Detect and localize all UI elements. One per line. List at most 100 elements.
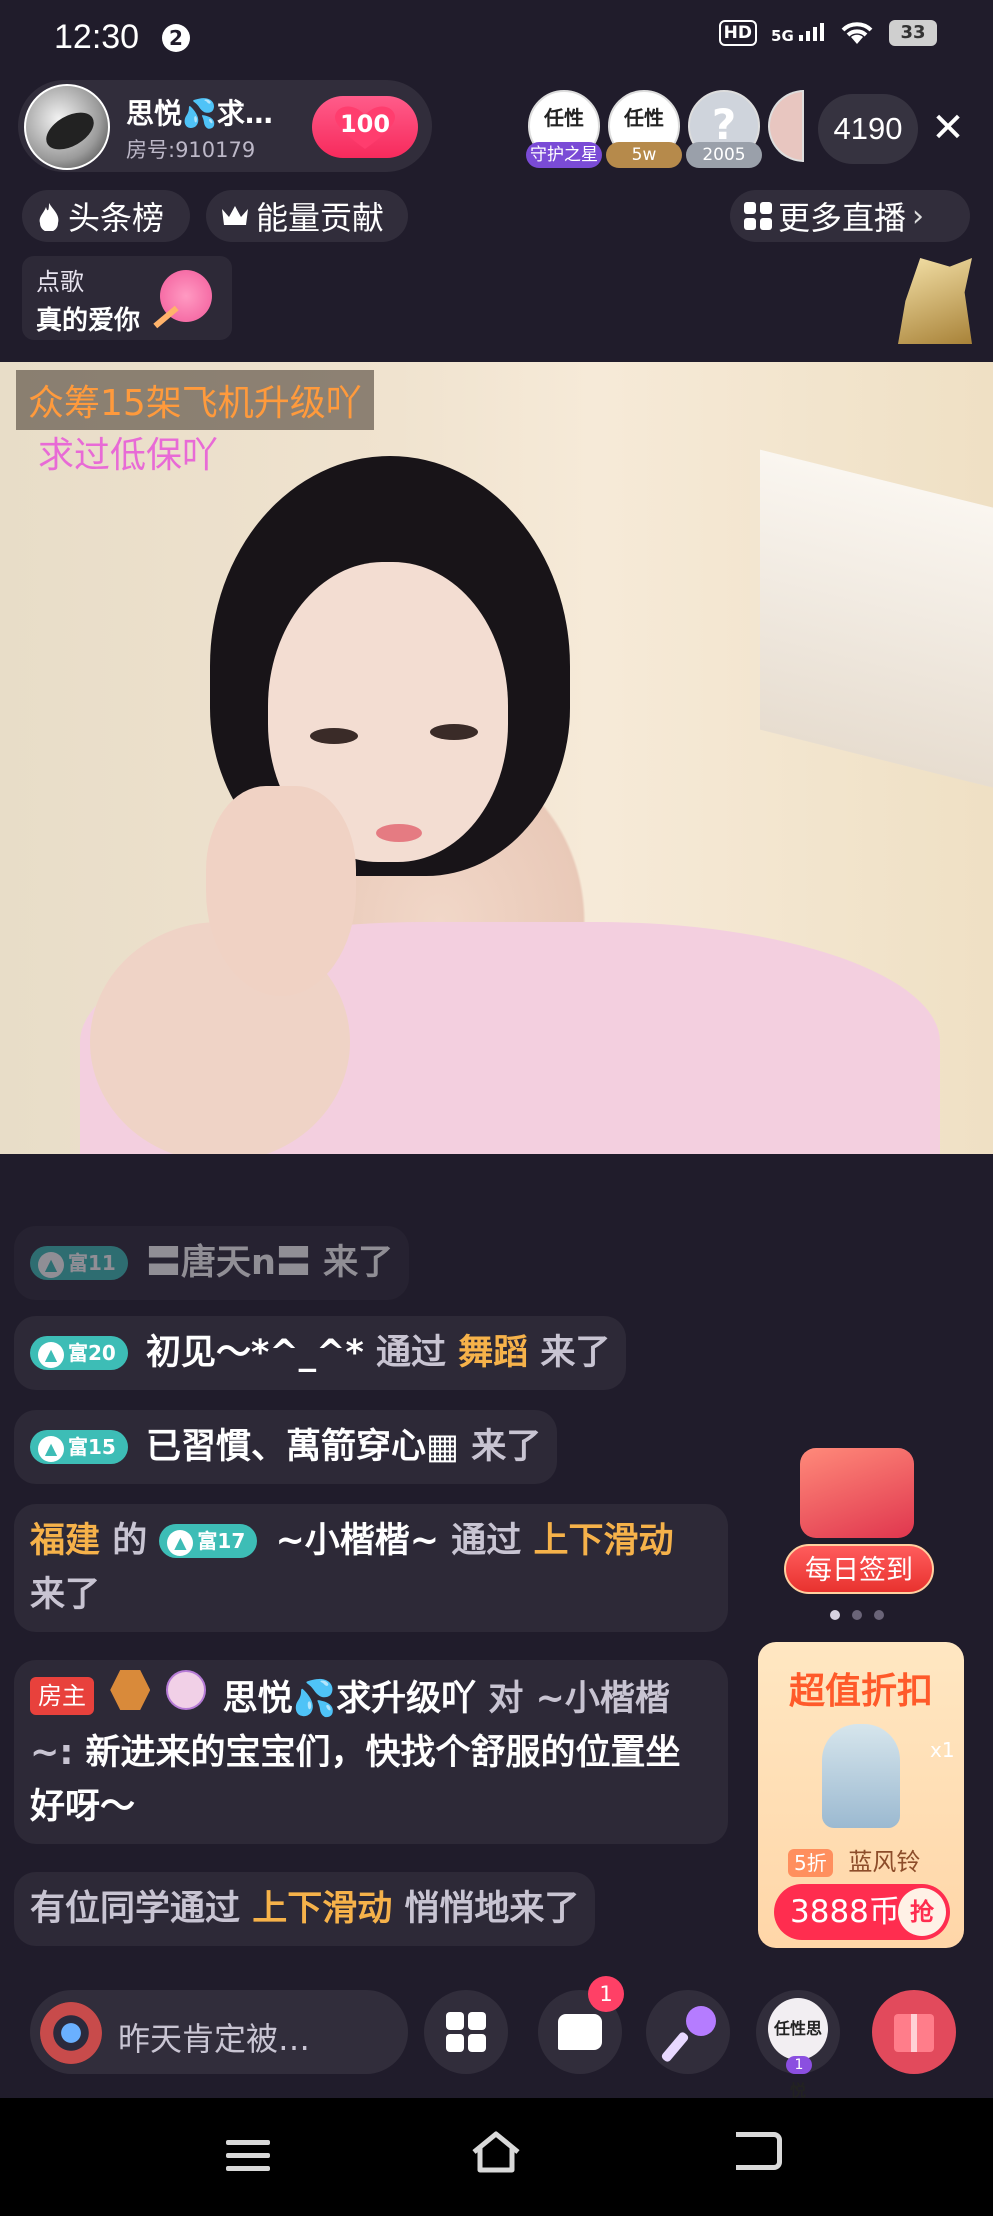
lollipop-icon [160, 270, 212, 322]
streamer-eye [310, 728, 358, 744]
chat-message[interactable]: 有位同学通过 上下滑动 悄悄地来了 [14, 1872, 596, 1946]
anchor-name[interactable]: 思悦💦求… [126, 92, 306, 132]
more-functions-button[interactable] [424, 1990, 508, 2074]
energy-contribution-chip[interactable]: 能量贡献 [206, 190, 408, 242]
camera-lens-icon [40, 2002, 102, 2064]
mic-button[interactable] [646, 1990, 730, 2074]
deal-title: 超值折扣 [788, 1671, 933, 1712]
chat-action: 来了 [471, 1427, 542, 1467]
follow-count: 100 [339, 110, 391, 138]
menu-icon[interactable] [226, 2140, 270, 2179]
wealth-level-badge: ▲ 富17 [159, 1524, 258, 1558]
signal-icon: 5G [771, 23, 825, 45]
triangle-icon: ▲ [38, 1436, 64, 1462]
chat-input-placeholder[interactable]: 昨天肯定被… [118, 2014, 368, 2060]
deal-quantity: x1 [930, 1738, 955, 1762]
wealth-level-badge: ▲ 富11 [30, 1246, 128, 1280]
chat-source: 上下滑动 [533, 1521, 674, 1561]
chat-message[interactable]: 房主 思悦💦求升级吖 对 ~小楷楷~: 新进来的宝宝们，快找个舒服的位置坐好呀～ [14, 1660, 728, 1844]
chat-source: 舞蹈 [458, 1333, 529, 1373]
chat-via: 通过 [451, 1521, 522, 1561]
checkin-gift-icon[interactable] [800, 1448, 914, 1538]
fan-avatar-icon: 任性 [544, 106, 584, 130]
crowdfund-banner: 众筹15架飞机升级吖 [16, 370, 374, 430]
fan-tag: 2005 [686, 142, 762, 168]
chat-bubble-icon [558, 2014, 602, 2050]
battery-icon: 33 [889, 20, 937, 46]
fan-avatar-partial[interactable] [768, 90, 804, 162]
messages-badge: 1 [588, 1976, 624, 2012]
chat-action: 来了 [30, 1575, 101, 1615]
deal-price-button[interactable]: 3888币 抢 [774, 1884, 950, 1940]
home-icon[interactable] [470, 2130, 522, 2174]
chat-of: 的 [112, 1521, 148, 1561]
microphone-icon [686, 2006, 716, 2036]
wealth-level-badge: ▲ 富20 [30, 1336, 128, 1370]
chat-username: 思悦💦求升级吖 [222, 1679, 477, 1719]
daily-checkin-button[interactable]: 每日签到 [784, 1544, 934, 1594]
fan-avatar[interactable]: 任性 5w [606, 90, 682, 168]
more-live-chip[interactable]: 更多直播 › [730, 190, 970, 242]
gift-button[interactable] [872, 1990, 956, 2074]
subtitle-banner: 求过低保吖 [38, 435, 219, 476]
chat-message[interactable]: 福建 的 ▲ 富17 ~小楷楷~ 通过 上下滑动 来了 [14, 1504, 728, 1632]
chat-action: 来了 [540, 1333, 611, 1373]
fan-avatar-icon: 任性 [624, 106, 664, 130]
chat-message[interactable]: ▲ 富11 〓唐天n〓 来了 [14, 1226, 409, 1300]
chat-username: 初见～*^_^* [146, 1333, 364, 1373]
streamer-hand [206, 786, 356, 996]
follow-button[interactable]: 100 [312, 96, 418, 158]
wind-chime-icon [822, 1724, 900, 1828]
crown-hex-icon [110, 1670, 151, 1710]
gift-icon [894, 2014, 934, 2052]
network-type: 5G [771, 27, 794, 45]
chat-source: 上下滑动 [252, 1889, 393, 1929]
chat-message[interactable]: ▲ 富20 初见～*^_^* 通过 舞蹈 来了 [14, 1316, 627, 1390]
song-name: 真的爱你 [36, 306, 141, 336]
wealth-level-badge: ▲ 富15 [30, 1430, 128, 1464]
chevron-right-icon: › [912, 198, 925, 234]
grab-button[interactable]: 抢 [898, 1888, 946, 1936]
user-avatar-icon [166, 1670, 207, 1710]
deal-item-name: 蓝风铃 [848, 1848, 921, 1876]
deal-subtitle: 5折 蓝风铃 [788, 1842, 920, 1877]
close-icon[interactable]: ✕ [928, 100, 968, 156]
chat-action: 悄悄地来了 [404, 1889, 580, 1929]
viewer-count[interactable]: 4190 [818, 94, 918, 164]
grid-icon [744, 202, 772, 230]
fan-badge-button[interactable]: 任性思悦 1 [756, 1990, 840, 2100]
deal-price: 3888币 [790, 1894, 900, 1930]
grid-icon [446, 2012, 486, 2052]
room-id: 房号:910179 [126, 138, 256, 162]
carousel-dots [830, 1610, 884, 1620]
chat-action: 来了 [323, 1243, 394, 1283]
fan-badge-level: 1 [786, 2056, 812, 2074]
headline-rank-label: 头条榜 [68, 199, 165, 237]
more-live-label: 更多直播 [778, 199, 907, 237]
back-icon[interactable] [736, 2132, 782, 2170]
headline-rank-chip[interactable]: 头条榜 [22, 190, 190, 242]
status-time: 12:30 [54, 18, 140, 56]
anchor-avatar[interactable] [24, 84, 110, 170]
live-video[interactable]: 众筹15架飞机升级吖 求过低保吖 [0, 362, 993, 1154]
song-request-label: 点歌 [36, 268, 84, 296]
wifi-icon [841, 22, 873, 44]
chat-message[interactable]: ▲ 富15 已習慣、萬箭穿心▦ 来了 [14, 1410, 558, 1484]
chat-text: 新进来的宝宝们，快找个舒服的位置坐好呀～ [30, 1733, 681, 1827]
discount-tag: 5折 [788, 1849, 833, 1877]
fan-tag: 5w [606, 142, 682, 168]
chat-via: 通过 [375, 1333, 446, 1373]
flame-icon [39, 203, 59, 231]
chat-username: ~小楷楷~ [275, 1521, 440, 1561]
triangle-icon: ▲ [38, 1252, 64, 1278]
piano-background [760, 449, 993, 795]
energy-contribution-label: 能量贡献 [256, 199, 385, 237]
fan-avatar[interactable]: 任性 守护之星 [526, 90, 602, 168]
top-fans-list: 任性 守护之星 任性 5w ? 2005 [526, 90, 804, 168]
fan-tag: 守护之星 [526, 142, 602, 168]
host-tag: 房主 [30, 1677, 94, 1715]
fan-badge-icon: 任性思悦 [768, 1998, 828, 2100]
fan-avatar[interactable]: ? 2005 [686, 90, 762, 168]
winged-lion-icon[interactable] [898, 258, 972, 344]
hd-icon: HD [718, 20, 758, 46]
